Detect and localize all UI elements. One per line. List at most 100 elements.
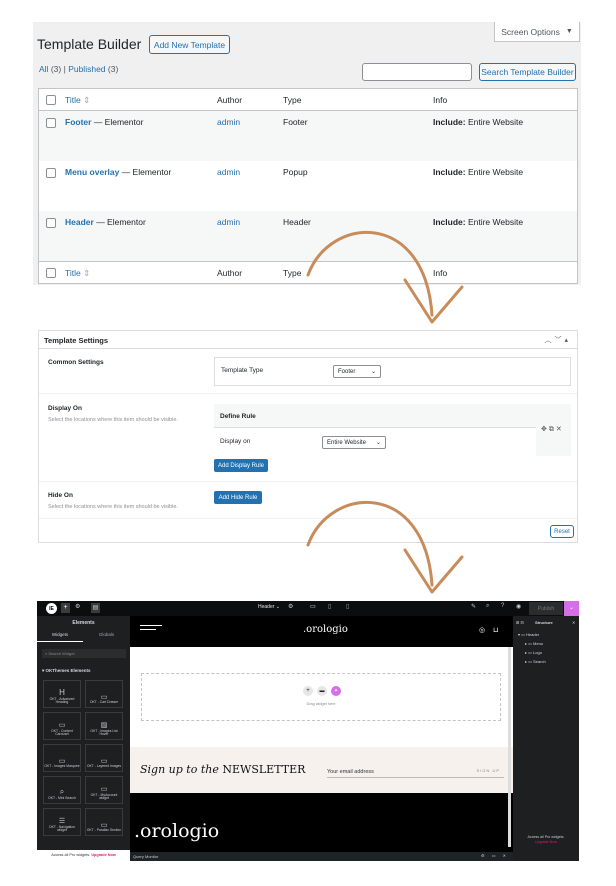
title-column-sort[interactable]: Title ⇕ — [65, 95, 90, 106]
move-icon[interactable]: ✥ — [541, 426, 549, 433]
row-title-suffix: — Elementor — [91, 117, 144, 127]
panel-title: Elements — [72, 620, 95, 626]
row-title-suffix: — Elementor — [119, 167, 172, 177]
right-upgrade-link[interactable]: Upgrade Now — [535, 840, 557, 844]
sort-icon: ⇕ — [83, 268, 91, 278]
preview-eye-icon[interactable]: ◉ — [516, 603, 521, 610]
add-new-template-button[interactable]: Add New Template — [149, 35, 230, 54]
notes-icon[interactable]: ✎ — [471, 603, 476, 610]
widget-tile[interactable]: ▭ OKT - Content Carousel — [43, 712, 81, 740]
bag-icon[interactable]: ⊔ — [493, 626, 498, 634]
row-author-link[interactable]: admin — [217, 167, 240, 177]
row-author-link[interactable]: admin — [217, 117, 240, 127]
widget-tile[interactable]: ▨ OKT - Images List Hover — [85, 712, 123, 740]
select-all-checkbox-footer[interactable] — [46, 268, 56, 278]
upgrade-link[interactable]: Upgrade Now — [91, 853, 115, 857]
row-checkbox[interactable] — [46, 168, 56, 178]
display-on-description: Select the locations where this item sho… — [48, 417, 178, 423]
pro-upsell-bar: Access all Pro widgets. Upgrade Now — [37, 850, 130, 861]
templates-icon[interactable]: ▤ — [91, 603, 100, 613]
screen-options-button[interactable]: Screen Options ▼ — [494, 22, 580, 42]
search-icon[interactable]: ⌕ — [486, 603, 489, 610]
footer-logo: .orologio — [134, 820, 220, 842]
structure-item-header[interactable]: ▾ ▭ Header — [518, 632, 539, 637]
drop-zone[interactable]: + ▬ ✦ Drag widget here — [141, 673, 501, 721]
elementor-editor: IE + ⚙ ▤ Header ⌄ ⚙ ▭ ▯ ▯ ✎ ⌕ ? ◉ Publis… — [37, 601, 579, 861]
row-title-link[interactable]: Header — [65, 217, 94, 227]
filter-all-link[interactable]: All — [39, 64, 48, 74]
query-monitor-bar[interactable]: Query Monitor ⚙ ▭ ✕ — [130, 852, 513, 861]
widget-tile[interactable]: ▭ OKT - Images Marquee — [43, 744, 81, 772]
canvas-scrollbar[interactable] — [508, 647, 511, 847]
help-icon[interactable]: ? — [501, 603, 504, 609]
select-all-checkbox[interactable] — [46, 95, 56, 105]
table-row: Header — Elementor admin Header Include:… — [39, 211, 577, 261]
row-author-link[interactable]: admin — [217, 217, 240, 227]
menu-lines-icon[interactable] — [140, 629, 156, 630]
tab-globals[interactable]: Globals — [83, 632, 130, 642]
desktop-device-icon[interactable]: ▭ — [310, 603, 316, 610]
rule-box: Define Rule Display on Entire Website ⌄ ✥… — [214, 404, 571, 456]
account-icon[interactable]: ◎ — [479, 626, 485, 634]
search-input[interactable] — [362, 63, 472, 81]
ai-icon[interactable]: ✦ — [331, 686, 341, 696]
widget-tile[interactable]: ▭ OKT - Cart Drawer — [85, 680, 123, 708]
search-template-button[interactable]: Search Template Builder — [479, 63, 576, 81]
signup-button[interactable]: SIGN UP — [477, 768, 500, 773]
page-settings-icon[interactable]: ⚙ — [288, 603, 293, 610]
widget-tile[interactable]: ▭ OKT - Layered Images — [85, 744, 123, 772]
category-heading[interactable]: ▾ OKThemes Elements — [42, 668, 91, 674]
close-icon[interactable]: ✕ — [572, 620, 575, 625]
mobile-device-icon[interactable]: ▯ — [346, 603, 349, 610]
structure-item-menu[interactable]: ▸ ▭ Menu — [525, 641, 543, 646]
add-element-icon[interactable]: + — [61, 603, 70, 613]
info-column-header: Info — [433, 95, 448, 105]
add-display-rule-button[interactable]: Add Display Rule — [214, 459, 268, 472]
row-title-link[interactable]: Footer — [65, 117, 91, 127]
title-column-sort-footer[interactable]: Title ⇕ — [65, 268, 90, 279]
filter-published-count: (3) — [107, 64, 119, 74]
widget-tile[interactable]: ☰ OKT - Navigation widget — [43, 808, 81, 836]
widget-search-input[interactable]: ⌕ Search Widget — [42, 649, 126, 658]
reset-button[interactable]: Reset — [550, 525, 574, 538]
elementor-logo-icon[interactable]: IE — [46, 603, 57, 614]
structure-item-logo[interactable]: ▸ ▭ Logo — [525, 650, 542, 655]
site-logo[interactable]: .orologio — [303, 624, 348, 635]
publish-options-chevron-icon[interactable]: ⌄ — [564, 601, 579, 616]
tablet-device-icon[interactable]: ▯ — [328, 603, 331, 610]
duplicate-icon[interactable]: ⧉ — [549, 426, 556, 433]
display-on-label: Display On — [48, 405, 82, 412]
add-section-icon[interactable]: + — [303, 686, 313, 696]
widget-tile[interactable]: H OKT - Advanced Heading — [43, 680, 81, 708]
structure-item-search[interactable]: ▸ ▭ Search — [525, 659, 546, 664]
document-title[interactable]: Header ⌄ — [258, 604, 280, 610]
structure-panel: ⊞ ⊟ Structure ✕ ▾ ▭ Header ▸ ▭ Menu ▸ ▭ … — [513, 616, 579, 861]
tab-widgets[interactable]: Widgets — [37, 632, 83, 642]
panel-toggle-icons[interactable]: ︿﹀▴ — [544, 335, 571, 345]
author-column-footer: Author — [217, 268, 243, 278]
row-title-link[interactable]: Menu overlay — [65, 167, 119, 177]
publish-button[interactable]: Publish — [529, 602, 563, 615]
widget-tile[interactable]: ⌕ OKT - Mini Search — [43, 776, 81, 804]
table-row: Footer — Elementor admin Footer Include:… — [39, 111, 577, 161]
display-on-select[interactable]: Entire Website ⌄ — [322, 436, 386, 449]
filter-published-link[interactable]: Published — [68, 64, 105, 74]
common-settings-label: Common Settings — [48, 359, 104, 366]
structure-toolbar-icons[interactable]: ⊞ ⊟ — [516, 620, 524, 625]
close-icon[interactable]: ✕ — [556, 426, 564, 433]
newsletter-section: Sign up to the NEWSLETTER Your email add… — [130, 747, 513, 793]
search-icon: ⌕ — [45, 651, 48, 656]
widget-tile[interactable]: ▭ OKT - MyAccount widget — [85, 776, 123, 804]
folder-icon[interactable]: ▬ — [317, 686, 327, 696]
settings-sliders-icon[interactable]: ⚙ — [75, 603, 80, 610]
template-type-select[interactable]: Footer ⌄ — [333, 365, 381, 378]
row-checkbox[interactable] — [46, 118, 56, 128]
row-checkbox[interactable] — [46, 218, 56, 228]
type-column-footer: Type — [283, 268, 302, 278]
widget-tile[interactable]: ▭ OKT - Parallax Section — [85, 808, 123, 836]
rule-actions: ✥⧉✕ — [541, 425, 564, 434]
add-hide-rule-button[interactable]: Add Hide Rule — [214, 491, 262, 504]
row-title-suffix: — Elementor — [93, 217, 146, 227]
newsletter-email-input[interactable]: Your email address SIGN UP — [327, 766, 504, 778]
right-pro-upsell: Access all Pro widgets. Upgrade Now — [527, 835, 565, 845]
